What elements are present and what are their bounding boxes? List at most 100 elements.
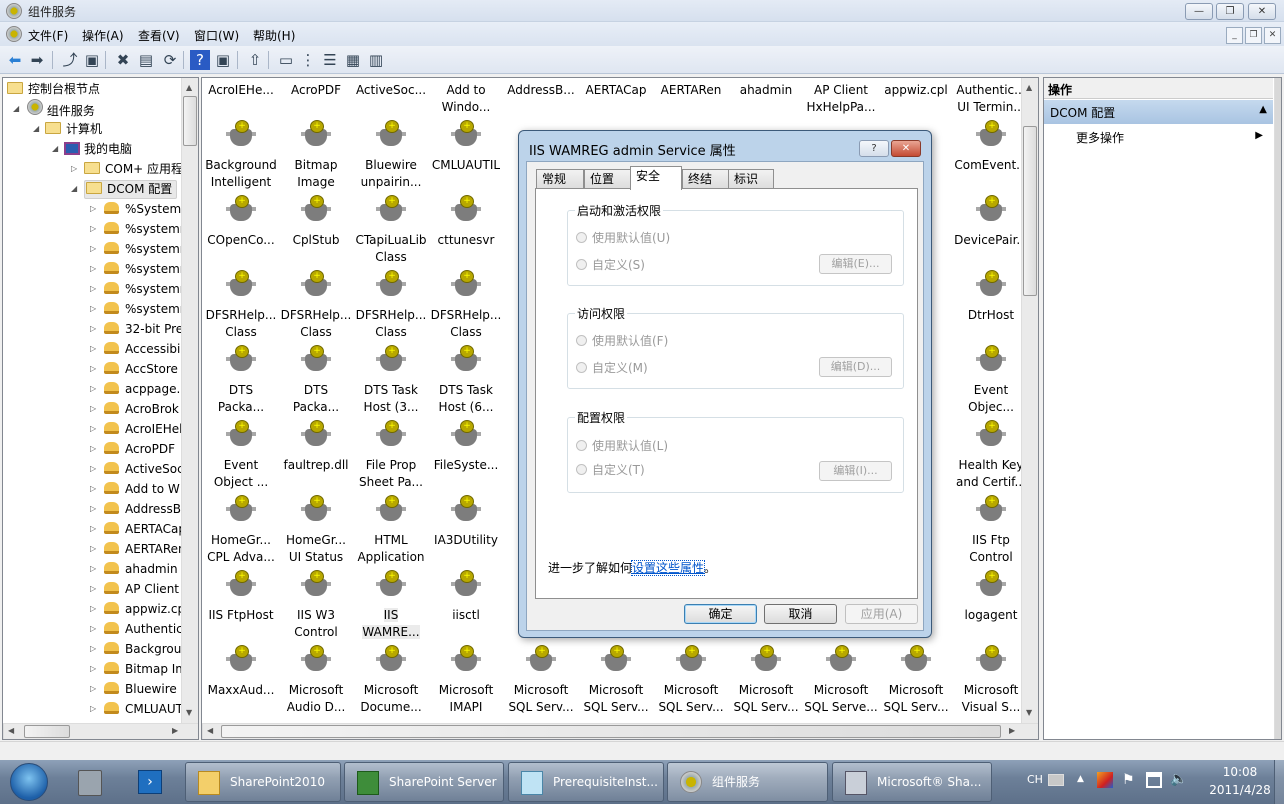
radio-icon[interactable] [576,464,587,475]
mdi-minimize-button[interactable]: _ [1226,27,1243,44]
tree-component-services[interactable]: ◢ 组件服务 [13,99,95,119]
collapsed-arrow-icon[interactable]: ▷ [90,459,96,479]
collapsed-arrow-icon[interactable]: ▷ [90,639,96,659]
tree-item-dcom-app[interactable]: ▷ %systemr [90,219,185,239]
scroll-down-icon[interactable]: ▼ [1026,708,1032,717]
collapse-up-icon[interactable]: ▲ [1259,104,1267,115]
ok-button[interactable]: 确定 [684,604,757,624]
expanded-arrow-icon[interactable]: ◢ [71,179,77,199]
dialog-help-button[interactable]: ? [859,140,889,157]
use-default-radio[interactable]: 使用默认值(F) [576,332,668,349]
scroll-up-icon[interactable]: ▲ [1026,83,1032,92]
collapsed-arrow-icon[interactable]: ▷ [90,559,96,579]
network-icon[interactable] [1146,772,1162,788]
apply-button[interactable]: 应用(A) [845,604,918,624]
tree-computers[interactable]: ◢ 计算机 [33,119,102,139]
tree-com-plus-applications[interactable]: ▷ COM+ 应用程 [71,159,183,179]
scroll-thumb[interactable] [1023,126,1037,296]
actions-section-dcom[interactable]: DCOM 配置 ▲ [1044,100,1273,124]
tree-item-dcom-app[interactable]: ▷ AcroIEHel [90,419,182,439]
use-default-radio[interactable]: 使用默认值(L) [576,437,668,454]
radio-icon[interactable] [576,232,587,243]
collapsed-arrow-icon[interactable]: ▷ [90,379,96,399]
expanded-arrow-icon[interactable]: ◢ [13,99,19,119]
collapsed-arrow-icon[interactable]: ▷ [90,599,96,619]
collapsed-arrow-icon[interactable]: ▷ [90,439,96,459]
collapsed-arrow-icon[interactable]: ▷ [90,699,96,719]
tree-item-dcom-app[interactable]: ▷ %systemr [90,279,185,299]
show-hidden-icons-icon[interactable]: ▲ [1077,774,1084,784]
tree-my-computer[interactable]: ◢ 我的电脑 [52,139,132,159]
tree-item-dcom-app[interactable]: ▷ AERTARen [90,539,186,559]
use-default-radio[interactable]: 使用默认值(U) [576,229,670,246]
show-desktop-button[interactable] [1274,760,1284,804]
scroll-left-icon[interactable]: ◀ [207,726,213,735]
powershell-icon[interactable]: › [138,770,162,794]
tree-dcom-config[interactable]: ◢ DCOM 配置 [71,179,181,199]
help-icon[interactable]: ? [190,50,210,70]
collapsed-arrow-icon[interactable]: ▷ [90,359,96,379]
tree-item-dcom-app[interactable]: ▷ Accessibil [90,339,184,359]
menu-window[interactable]: 窗口(W) [194,27,239,44]
input-language[interactable]: CH [1027,773,1043,786]
collapsed-arrow-icon[interactable]: ▷ [90,279,96,299]
tree-item-dcom-app[interactable]: ▷ 32-bit Pre [90,319,183,339]
list-vertical-scrollbar[interactable]: ▲ ▼ [1021,78,1038,723]
restore-button[interactable]: ❐ [1216,3,1244,20]
customize-radio[interactable]: 自定义(S) [576,256,645,273]
collapsed-arrow-icon[interactable]: ▷ [90,619,96,639]
scroll-down-icon[interactable]: ▼ [186,708,192,717]
collapsed-arrow-icon[interactable]: ▷ [90,339,96,359]
server-manager-icon[interactable] [78,770,102,796]
tree-horizontal-scrollbar[interactable]: ◀ ▶ [3,723,198,739]
action-center-flag-icon[interactable]: ⚑ [1122,772,1135,788]
scroll-thumb[interactable] [183,96,197,146]
radio-icon[interactable] [576,440,587,451]
collapsed-arrow-icon[interactable]: ▷ [90,519,96,539]
tree-item-dcom-app[interactable]: ▷ ahadmin [90,559,178,579]
taskbar-item-microsoft-sharepoint[interactable]: Microsoft® Sha... [832,762,992,802]
collapsed-arrow-icon[interactable]: ▷ [90,419,96,439]
close-button[interactable]: ✕ [1248,3,1276,20]
scroll-right-icon[interactable]: ▶ [172,726,178,735]
export-icon[interactable]: ⇧ [245,50,265,70]
volume-icon[interactable]: 🔈 [1170,771,1187,787]
other-view-icon[interactable]: ▥ [366,50,386,70]
tab-identity[interactable]: 标识 [728,169,774,189]
taskbar-item-prerequisite-installer[interactable]: PrerequisiteInst... [508,762,664,802]
edit-configuration-button[interactable]: 编辑(I)... [819,461,892,481]
scroll-thumb[interactable] [221,725,1001,738]
clock-date[interactable]: 2011/4/28 [1205,783,1275,797]
radio-icon[interactable] [576,362,587,373]
tree-item-dcom-app[interactable]: ▷ Add to W [90,479,180,499]
tree-item-dcom-app[interactable]: ▷ AcroPDF [90,439,175,459]
learn-more-link[interactable]: 设置这些属性 [631,560,706,576]
list-view-icon[interactable]: ☰ [320,50,340,70]
customize-radio[interactable]: 自定义(T) [576,461,645,478]
tab-location[interactable]: 位置 [584,169,631,189]
minimize-button[interactable]: — [1185,3,1213,20]
scroll-left-icon[interactable]: ◀ [8,726,14,735]
tree-item-dcom-app[interactable]: ▷ Bitmap Im [90,659,187,679]
expanded-arrow-icon[interactable]: ◢ [33,119,39,139]
tree-item-dcom-app[interactable]: ▷ AP Client [90,579,179,599]
show-hide-action-icon[interactable]: ▣ [213,50,233,70]
scroll-thumb[interactable] [24,725,70,738]
customize-radio[interactable]: 自定义(M) [576,359,648,376]
menu-action[interactable]: 操作(A) [82,27,124,44]
edit-launch-button[interactable]: 编辑(E)... [819,254,892,274]
list-horizontal-scrollbar[interactable]: ◀ ▶ [202,723,1038,739]
tree-item-dcom-app[interactable]: ▷ Backgrou [90,639,181,659]
tree-item-dcom-app[interactable]: ▷ AccStore [90,359,178,379]
tree-item-dcom-app[interactable]: ▷ acppage. [90,379,180,399]
collapsed-arrow-icon[interactable]: ▷ [90,319,96,339]
more-actions-item[interactable]: 更多操作 ▶ [1044,126,1273,148]
tree-item-dcom-app[interactable]: ▷ ActiveSoc [90,459,184,479]
menu-view[interactable]: 查看(V) [138,27,180,44]
back-icon[interactable]: ⬅ [5,50,25,70]
taskbar-item-component-services[interactable]: 组件服务 [667,762,828,802]
collapsed-arrow-icon[interactable]: ▷ [90,659,96,679]
actions-scrollbar[interactable] [1274,78,1281,739]
large-icons-view-icon[interactable]: ▭ [276,50,296,70]
tree-item-dcom-app[interactable]: ▷ Authentica [90,619,190,639]
